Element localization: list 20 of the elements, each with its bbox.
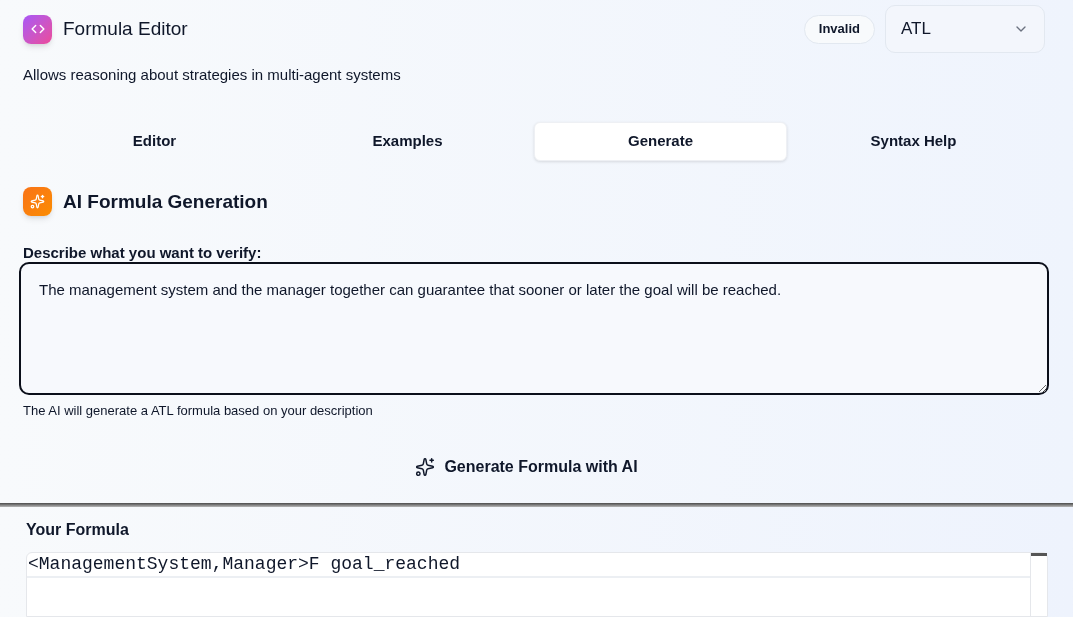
tab[interactable]: Generate [534, 122, 787, 161]
code-line: <ManagementSystem,Manager>F goal_reached [27, 553, 1030, 578]
sparkles-icon [23, 187, 52, 216]
status-badge: Invalid [803, 14, 875, 44]
prompt-label: Describe what you want to verify: [23, 244, 262, 262]
tab[interactable]: Editor [28, 122, 281, 161]
section-title: AI Formula Generation [63, 189, 268, 214]
tab[interactable]: Examples [281, 122, 534, 161]
tab[interactable]: Syntax Help [787, 122, 1040, 161]
prompt-input[interactable]: The management system and the manager together can guarantee that sooner or later the goal will be reached. [19, 262, 1049, 395]
sparkles-icon [415, 457, 436, 477]
hint-text: The AI will generate a ATL formula based on your description [23, 403, 373, 419]
formula-editor[interactable]: <ManagementSystem,Manager>F goal_reached [26, 552, 1048, 617]
code-icon [23, 14, 52, 44]
scrollbar[interactable] [1030, 553, 1047, 616]
app-title: Formula Editor [63, 17, 188, 41]
formula-title: Your Formula [26, 520, 129, 540]
subtitle: Allows reasoning about strategies in multi-agent systems [23, 65, 401, 85]
logic-select[interactable]: ATL [885, 5, 1045, 53]
generate-button[interactable]: Generate Formula with AI [403, 449, 650, 485]
